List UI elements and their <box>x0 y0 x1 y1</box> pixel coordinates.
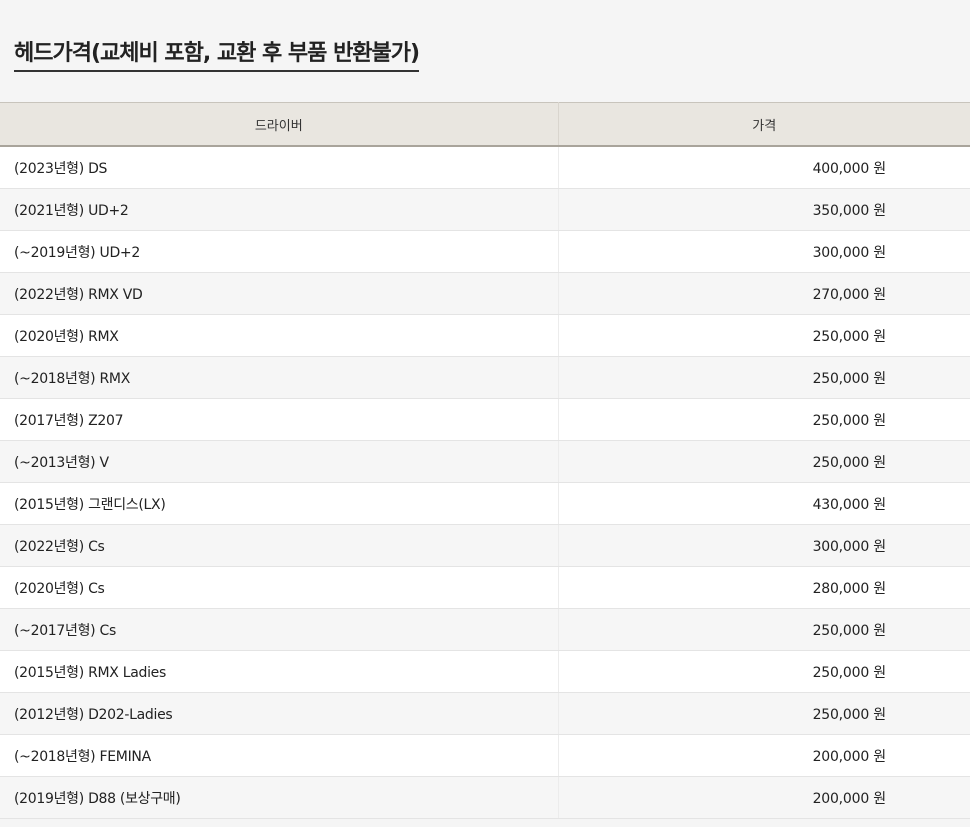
driver-name-cell: (~2013년형) V <box>0 440 559 483</box>
driver-name-cell: (2020년형) Cs <box>0 566 559 609</box>
driver-name-cell: (2019년형) D88 (보상구매) <box>0 776 559 819</box>
driver-name-cell: (~2018년형) RMX <box>0 356 559 399</box>
header-row: 드라이버 가격 <box>0 102 970 147</box>
price-cell: 350,000 원 <box>558 188 970 231</box>
price-cell: 250,000 원 <box>558 314 970 357</box>
page: 헤드가격(교체비 포함, 교환 후 부품 반환불가) 드라이버 가격 (2023… <box>0 0 970 827</box>
price-cell: 270,000 원 <box>558 272 970 315</box>
table-row: (2019년형) D88 (보상구매) 200,000 원 <box>0 776 970 819</box>
price-cell: 250,000 원 <box>558 650 970 693</box>
price-cell: 400,000 원 <box>558 146 970 189</box>
price-cell: 250,000 원 <box>558 398 970 441</box>
table-row: (2015년형) RMX Ladies 250,000 원 <box>0 650 970 693</box>
table-row: (2022년형) RMX VD 270,000 원 <box>0 272 970 315</box>
table-row: (2017년형) Z207 250,000 원 <box>0 398 970 441</box>
price-cell: 430,000 원 <box>558 482 970 525</box>
price-table: 드라이버 가격 (2023년형) DS 400,000 원 (2021년형) UD+… <box>0 102 970 819</box>
table-row: (2015년형) 그랜디스(LX) 430,000 원 <box>0 482 970 525</box>
driver-name-cell: (2023년형) DS <box>0 146 559 189</box>
column-header-price: 가격 <box>558 102 970 147</box>
driver-name-cell: (~2018년형) FEMINA <box>0 734 559 777</box>
price-cell: 200,000 원 <box>558 734 970 777</box>
price-cell: 280,000 원 <box>558 566 970 609</box>
table-row: (2021년형) UD+2 350,000 원 <box>0 188 970 231</box>
price-cell: 300,000 원 <box>558 524 970 567</box>
table-row: (2012년형) D202-Ladies 250,000 원 <box>0 692 970 735</box>
price-cell: 300,000 원 <box>558 230 970 273</box>
table-row: (2020년형) RMX 250,000 원 <box>0 314 970 357</box>
driver-name-cell: (~2017년형) Cs <box>0 608 559 651</box>
table-row: (~2019년형) UD+2 300,000 원 <box>0 230 970 273</box>
price-table-body: (2023년형) DS 400,000 원 (2021년형) UD+2 350,000… <box>0 146 970 819</box>
price-cell: 250,000 원 <box>558 692 970 735</box>
price-cell: 250,000 원 <box>558 356 970 399</box>
table-row: (~2018년형) FEMINA 200,000 원 <box>0 734 970 777</box>
table-row: (2022년형) Cs 300,000 원 <box>0 524 970 567</box>
table-row: (2020년형) Cs 280,000 원 <box>0 566 970 609</box>
page-title: 헤드가격(교체비 포함, 교환 후 부품 반환불가) <box>14 40 420 72</box>
price-cell: 200,000 원 <box>558 776 970 819</box>
price-table-header: 드라이버 가격 <box>0 102 970 147</box>
price-cell: 250,000 원 <box>558 440 970 483</box>
driver-name-cell: (~2019년형) UD+2 <box>0 230 559 273</box>
title-wrap: 헤드가격(교체비 포함, 교환 후 부품 반환불가) <box>14 40 420 72</box>
driver-name-cell: (2021년형) UD+2 <box>0 188 559 231</box>
price-cell: 250,000 원 <box>558 608 970 651</box>
column-header-driver: 드라이버 <box>0 102 559 147</box>
driver-name-cell: (2017년형) Z207 <box>0 398 559 441</box>
table-row: (~2013년형) V 250,000 원 <box>0 440 970 483</box>
driver-name-cell: (2015년형) 그랜디스(LX) <box>0 482 559 525</box>
driver-name-cell: (2020년형) RMX <box>0 314 559 357</box>
table-row: (2023년형) DS 400,000 원 <box>0 146 970 189</box>
driver-name-cell: (2022년형) Cs <box>0 524 559 567</box>
driver-name-cell: (2022년형) RMX VD <box>0 272 559 315</box>
driver-name-cell: (2012년형) D202-Ladies <box>0 692 559 735</box>
table-row: (~2018년형) RMX 250,000 원 <box>0 356 970 399</box>
driver-name-cell: (2015년형) RMX Ladies <box>0 650 559 693</box>
table-row: (~2017년형) Cs 250,000 원 <box>0 608 970 651</box>
